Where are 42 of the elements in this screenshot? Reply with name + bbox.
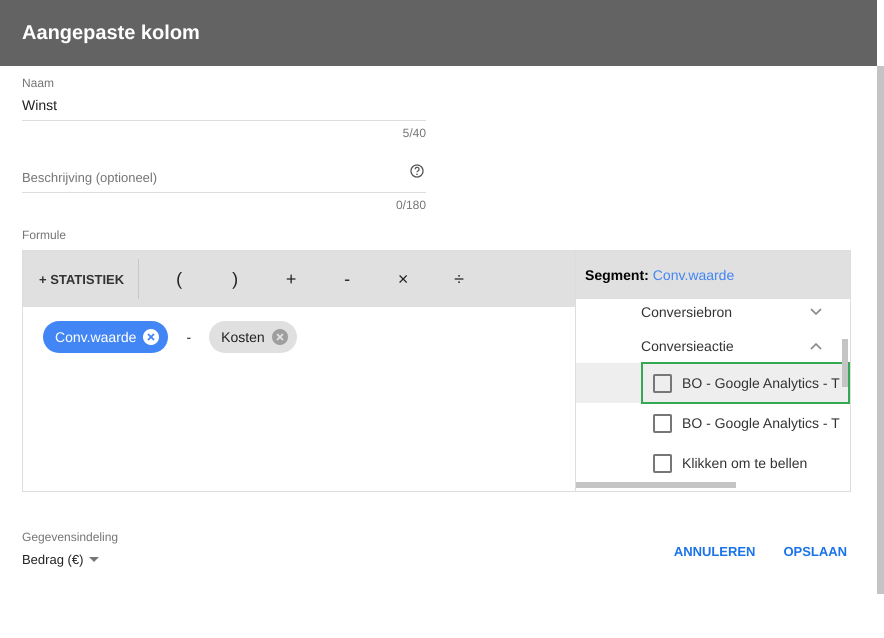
segment-label: Segment: <box>585 267 649 283</box>
scrollbar[interactable] <box>576 482 736 488</box>
metric-chip[interactable]: Conv.waarde <box>43 321 168 353</box>
add-metric-button[interactable]: + STATISTIEK <box>31 259 132 299</box>
operator-button[interactable]: + <box>263 259 320 299</box>
segment-value: Conv.waarde <box>652 267 734 283</box>
scrollbar[interactable] <box>877 66 884 594</box>
name-field[interactable]: Winst <box>22 90 426 121</box>
operator-button[interactable]: ( <box>151 259 208 299</box>
metric-chip[interactable]: Kosten <box>209 321 297 353</box>
caret-icon[interactable] <box>89 557 100 562</box>
dialog-title: Aangepaste kolom <box>22 22 200 44</box>
chip-label: Kosten <box>221 329 265 345</box>
segment-option[interactable]: Klikken om te bellen <box>641 442 850 484</box>
dialog-button[interactable]: ANNULEREN <box>662 540 768 563</box>
group-label[interactable]: Conversieactie <box>641 338 734 354</box>
checkbox[interactable] <box>653 454 672 472</box>
format-dropdown[interactable]: Bedrag (€) <box>22 552 118 567</box>
operator-button[interactable]: ÷ <box>431 259 488 299</box>
section-label: Formule <box>22 228 68 242</box>
segment-option[interactable]: BO - Google Analytics - T <box>641 402 850 444</box>
remove-icon[interactable] <box>142 328 160 346</box>
character-counter: 0/180 <box>394 198 426 212</box>
help-icon[interactable] <box>410 164 424 178</box>
checkbox[interactable] <box>653 374 672 392</box>
chevron-up-icon[interactable] <box>810 342 822 350</box>
checkbox[interactable] <box>653 414 672 432</box>
operator-button[interactable]: ) <box>207 259 264 299</box>
field-label: Gegevensindeling <box>22 530 118 544</box>
chip-label: Conv.waarde <box>55 329 136 345</box>
dialog-button[interactable]: OPSLAAN <box>771 540 859 563</box>
formula-operator: - <box>185 329 192 345</box>
field-label: Naam <box>22 76 56 90</box>
operator-button[interactable]: - <box>319 259 376 299</box>
group-label[interactable]: Conversiebron <box>641 304 732 320</box>
segment-option[interactable]: BO - Google Analytics - T <box>641 362 850 404</box>
operator-button[interactable]: × <box>375 259 432 299</box>
description-field[interactable]: Beschrijving (optioneel) <box>22 162 426 193</box>
character-counter: 5/40 <box>402 126 426 140</box>
scrollbar[interactable] <box>842 339 848 387</box>
remove-icon[interactable] <box>270 328 289 346</box>
chevron-down-icon[interactable] <box>810 308 822 316</box>
